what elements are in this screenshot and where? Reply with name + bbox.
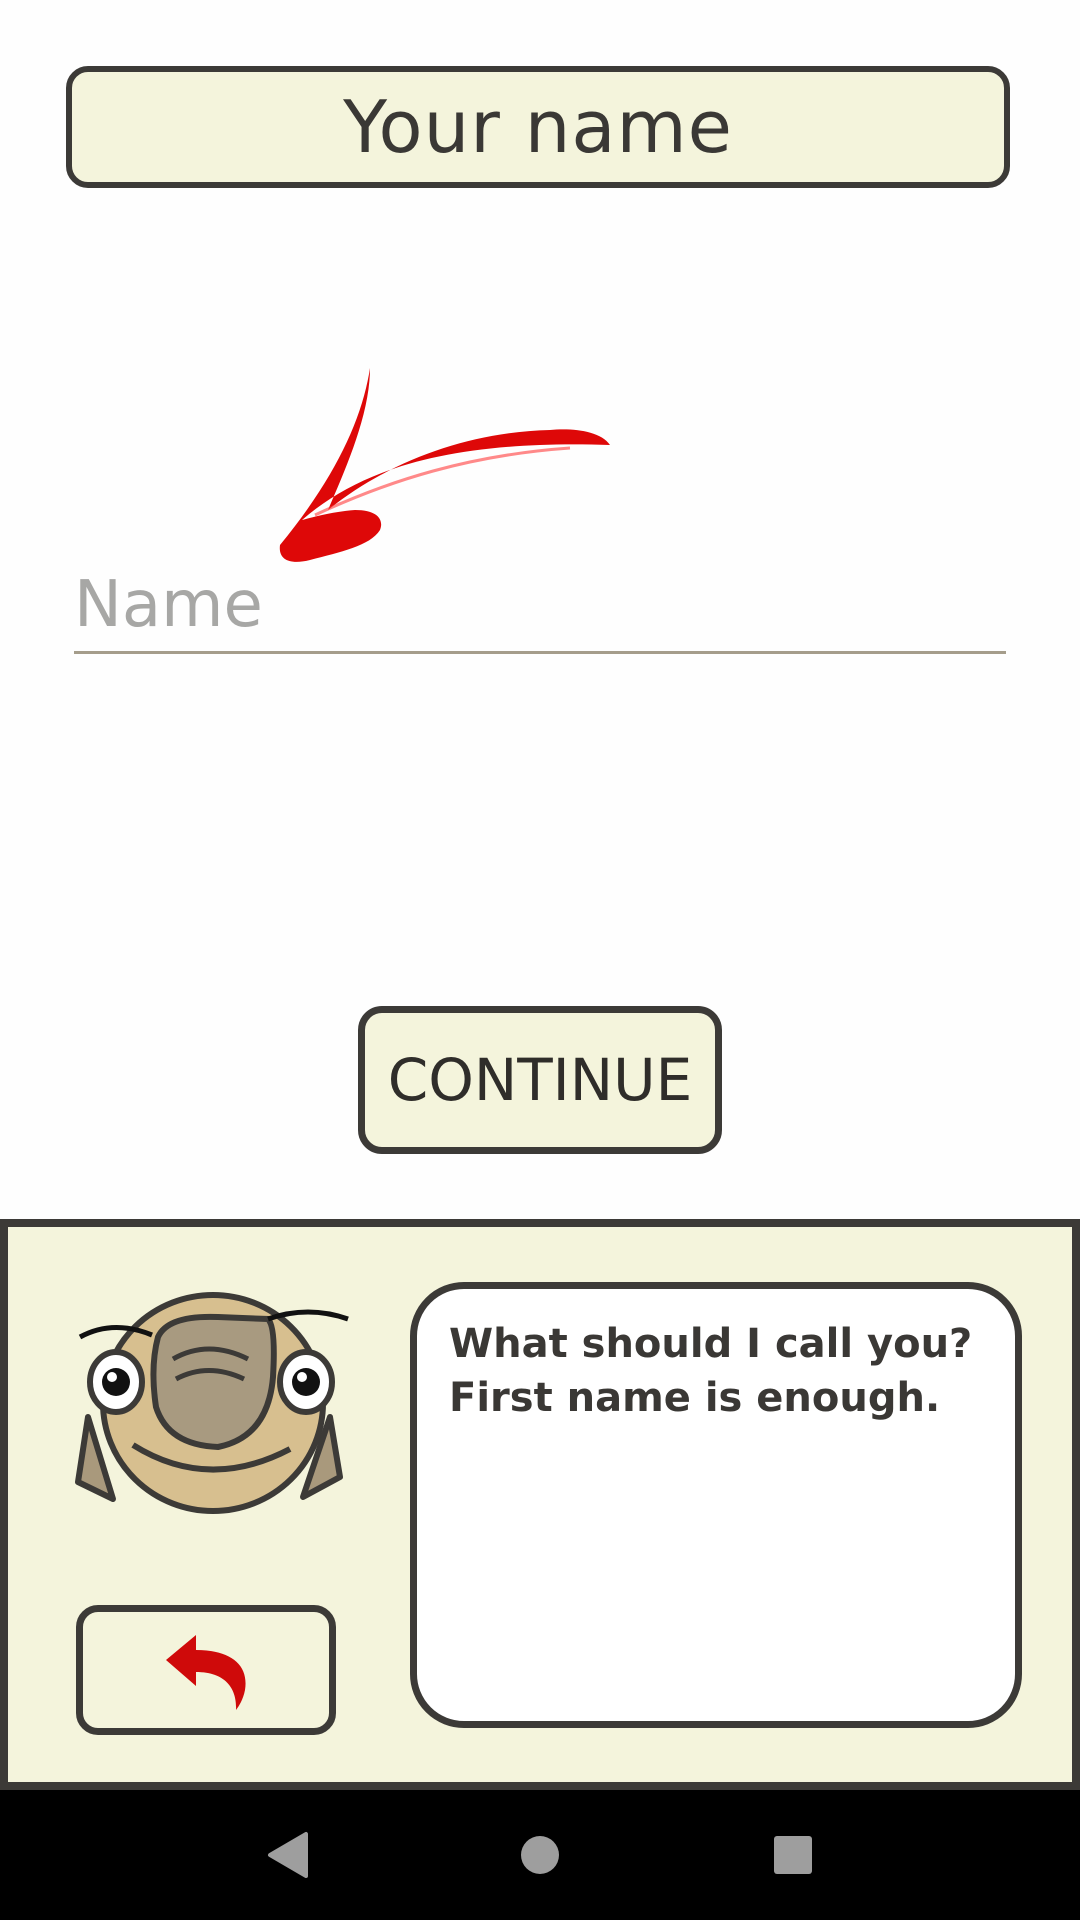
red-arrow-icon — [279, 368, 610, 562]
sloth-avatar — [75, 1292, 349, 1514]
speech-bubble: What should I call you? First name is en… — [410, 1282, 1022, 1728]
system-nav-bar — [0, 1790, 1080, 1920]
nav-home-button[interactable] — [500, 1815, 580, 1895]
back-button[interactable] — [76, 1605, 336, 1735]
name-input[interactable] — [74, 558, 1006, 654]
circle-home-icon — [520, 1836, 559, 1874]
page-title: Your name — [343, 85, 733, 169]
undo-arrow-icon — [166, 1635, 246, 1710]
speech-text-line1: What should I call you? — [449, 1321, 973, 1367]
continue-button[interactable]: CONTINUE — [358, 1006, 722, 1154]
assistant-panel: What should I call you? First name is en… — [0, 1219, 1080, 1790]
title-banner: Your name — [66, 66, 1010, 188]
nav-back-button[interactable] — [247, 1815, 327, 1895]
nav-recents-button[interactable] — [753, 1815, 833, 1895]
triangle-back-icon — [267, 1832, 308, 1878]
speech-text-line2: First name is enough. — [449, 1375, 941, 1421]
square-recents-icon — [774, 1836, 813, 1874]
